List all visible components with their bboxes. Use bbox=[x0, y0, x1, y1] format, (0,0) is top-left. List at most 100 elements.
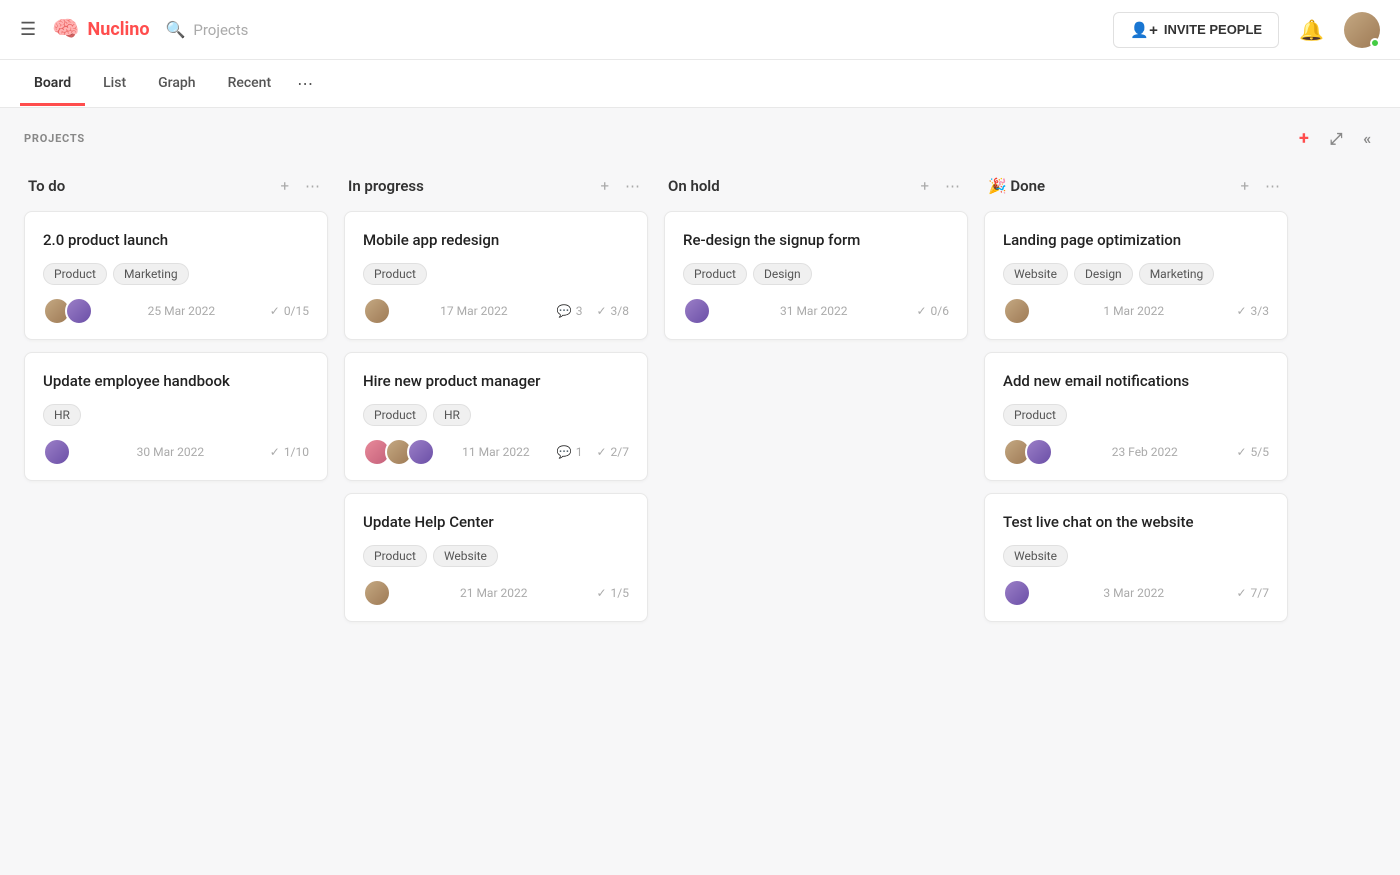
tag: HR bbox=[43, 404, 81, 426]
app-header: ☰ 🧠 Nuclino 🔍 Projects 👤+ INVITE PEOPLE … bbox=[0, 0, 1400, 60]
card-meta-item: ✓ 7/7 bbox=[1236, 586, 1269, 600]
card-tags: Website bbox=[1003, 545, 1269, 567]
kanban-board: To do + ⋯ 2.0 product launch ProductMark… bbox=[0, 165, 1400, 658]
card-card-5[interactable]: Update Help Center ProductWebsite 21 Mar… bbox=[344, 493, 648, 622]
card-avatars bbox=[1003, 579, 1031, 607]
card-meta: ✓ 5/5 bbox=[1236, 445, 1269, 459]
card-meta-item: ✓ 1/5 bbox=[596, 586, 629, 600]
add-board-icon[interactable]: + bbox=[1295, 124, 1314, 153]
meta-icon: ✓ bbox=[596, 445, 606, 459]
column-menu-icon-in-progress[interactable]: ⋯ bbox=[621, 173, 644, 199]
header-left: ☰ 🧠 Nuclino 🔍 Projects bbox=[20, 17, 1113, 42]
invite-people-button[interactable]: 👤+ INVITE PEOPLE bbox=[1113, 12, 1279, 48]
meta-icon: 💬 bbox=[557, 304, 572, 318]
tag: Product bbox=[1003, 404, 1067, 426]
card-meta-item: 💬 1 bbox=[557, 445, 583, 459]
user-avatar[interactable] bbox=[1344, 12, 1380, 48]
card-footer: 11 Mar 2022 💬 1 ✓ 2/7 bbox=[363, 438, 629, 466]
card-title: Test live chat on the website bbox=[1003, 512, 1269, 533]
card-card-1[interactable]: 2.0 product launch ProductMarketing 25 M… bbox=[24, 211, 328, 340]
meta-text: 5/5 bbox=[1251, 445, 1269, 459]
tab-board[interactable]: Board bbox=[20, 63, 85, 106]
logo-brain-icon: 🧠 bbox=[52, 17, 79, 42]
column-title-done: 🎉 Done bbox=[988, 177, 1228, 195]
card-card-8[interactable]: Add new email notifications Product 23 F… bbox=[984, 352, 1288, 481]
card-tags: ProductWebsite bbox=[363, 545, 629, 567]
tag: Website bbox=[1003, 263, 1068, 285]
card-title: Update employee handbook bbox=[43, 371, 309, 392]
card-avatar bbox=[363, 297, 391, 325]
tab-graph[interactable]: Graph bbox=[144, 63, 209, 106]
card-card-3[interactable]: Mobile app redesign Product 17 Mar 2022 … bbox=[344, 211, 648, 340]
column-menu-icon-todo[interactable]: ⋯ bbox=[301, 173, 324, 199]
tag: Product bbox=[43, 263, 107, 285]
card-date: 1 Mar 2022 bbox=[1103, 304, 1164, 318]
card-avatar bbox=[43, 438, 71, 466]
card-tags: Product HR bbox=[363, 404, 629, 426]
card-card-6[interactable]: Re-design the signup form ProductDesign … bbox=[664, 211, 968, 340]
card-tags: Product bbox=[1003, 404, 1269, 426]
search-area[interactable]: 🔍 Projects bbox=[165, 20, 248, 39]
column-todo: To do + ⋯ 2.0 product launch ProductMark… bbox=[16, 165, 336, 634]
card-meta: ✓ 0/6 bbox=[916, 304, 949, 318]
column-add-icon-todo[interactable]: + bbox=[276, 173, 293, 199]
column-title-on-hold: On hold bbox=[668, 177, 908, 195]
card-card-4[interactable]: Hire new product manager ProductHR 11 Ma… bbox=[344, 352, 648, 481]
card-avatar bbox=[65, 297, 93, 325]
tag: Product bbox=[683, 263, 747, 285]
card-tags: ProductMarketing bbox=[43, 263, 309, 285]
column-on-hold: On hold + ⋯ Re-design the signup form Pr… bbox=[656, 165, 976, 634]
card-avatars bbox=[1003, 297, 1031, 325]
logo[interactable]: 🧠 Nuclino bbox=[52, 17, 149, 42]
section-label: PROJECTS bbox=[24, 132, 1295, 145]
meta-icon: ✓ bbox=[270, 445, 280, 459]
card-avatars bbox=[1003, 438, 1053, 466]
tag: Design bbox=[1074, 263, 1133, 285]
meta-text: 0/6 bbox=[931, 304, 949, 318]
card-date: 31 Mar 2022 bbox=[780, 304, 848, 318]
column-add-icon-done[interactable]: + bbox=[1236, 173, 1253, 199]
card-meta: ✓ 1/10 bbox=[270, 445, 309, 459]
tag: Product bbox=[363, 404, 427, 426]
column-add-icon-on-hold[interactable]: + bbox=[916, 173, 933, 199]
card-title: Mobile app redesign bbox=[363, 230, 629, 251]
column-header-todo: To do + ⋯ bbox=[24, 165, 328, 211]
card-card-2[interactable]: Update employee handbook HR 30 Mar 2022 … bbox=[24, 352, 328, 481]
search-icon: 🔍 bbox=[165, 20, 185, 39]
card-meta: 💬 3 ✓ 3/8 bbox=[557, 304, 629, 318]
tag: HR bbox=[433, 404, 471, 426]
card-avatars bbox=[43, 438, 71, 466]
card-tags: Product bbox=[363, 263, 629, 285]
collapse-icon[interactable]: « bbox=[1359, 125, 1376, 152]
column-title-todo: To do bbox=[28, 177, 268, 195]
card-avatar bbox=[407, 438, 435, 466]
card-date: 21 Mar 2022 bbox=[460, 586, 528, 600]
card-avatar bbox=[363, 579, 391, 607]
card-card-9[interactable]: Test live chat on the website Website 3 … bbox=[984, 493, 1288, 622]
column-in-progress: In progress + ⋯ Mobile app redesign Prod… bbox=[336, 165, 656, 634]
column-emoji: 🎉 bbox=[988, 177, 1010, 195]
card-meta-item: ✓ 3/3 bbox=[1236, 304, 1269, 318]
card-title: Re-design the signup form bbox=[683, 230, 949, 251]
tab-recent[interactable]: Recent bbox=[214, 63, 286, 106]
meta-text: 7/7 bbox=[1251, 586, 1269, 600]
card-date: 30 Mar 2022 bbox=[137, 445, 205, 459]
meta-icon: 💬 bbox=[557, 445, 572, 459]
card-avatars bbox=[363, 438, 435, 466]
card-footer: 23 Feb 2022 ✓ 5/5 bbox=[1003, 438, 1269, 466]
column-add-icon-in-progress[interactable]: + bbox=[596, 173, 613, 199]
card-meta-item: ✓ 3/8 bbox=[596, 304, 629, 318]
column-menu-icon-on-hold[interactable]: ⋯ bbox=[941, 173, 964, 199]
card-meta-item: ✓ 0/15 bbox=[270, 304, 309, 318]
tab-more-icon[interactable]: ⋯ bbox=[289, 62, 321, 105]
card-avatar bbox=[1025, 438, 1053, 466]
tab-list[interactable]: List bbox=[89, 63, 140, 106]
expand-icon[interactable]: ⤢ bbox=[1326, 125, 1348, 153]
card-avatar bbox=[683, 297, 711, 325]
hamburger-menu-icon[interactable]: ☰ bbox=[20, 19, 36, 40]
notification-bell-icon[interactable]: 🔔 bbox=[1299, 18, 1324, 42]
column-header-done: 🎉 Done + ⋯ bbox=[984, 165, 1288, 211]
card-card-7[interactable]: Landing page optimization WebsiteDesignM… bbox=[984, 211, 1288, 340]
card-meta-item: ✓ 0/6 bbox=[916, 304, 949, 318]
column-menu-icon-done[interactable]: ⋯ bbox=[1261, 173, 1284, 199]
